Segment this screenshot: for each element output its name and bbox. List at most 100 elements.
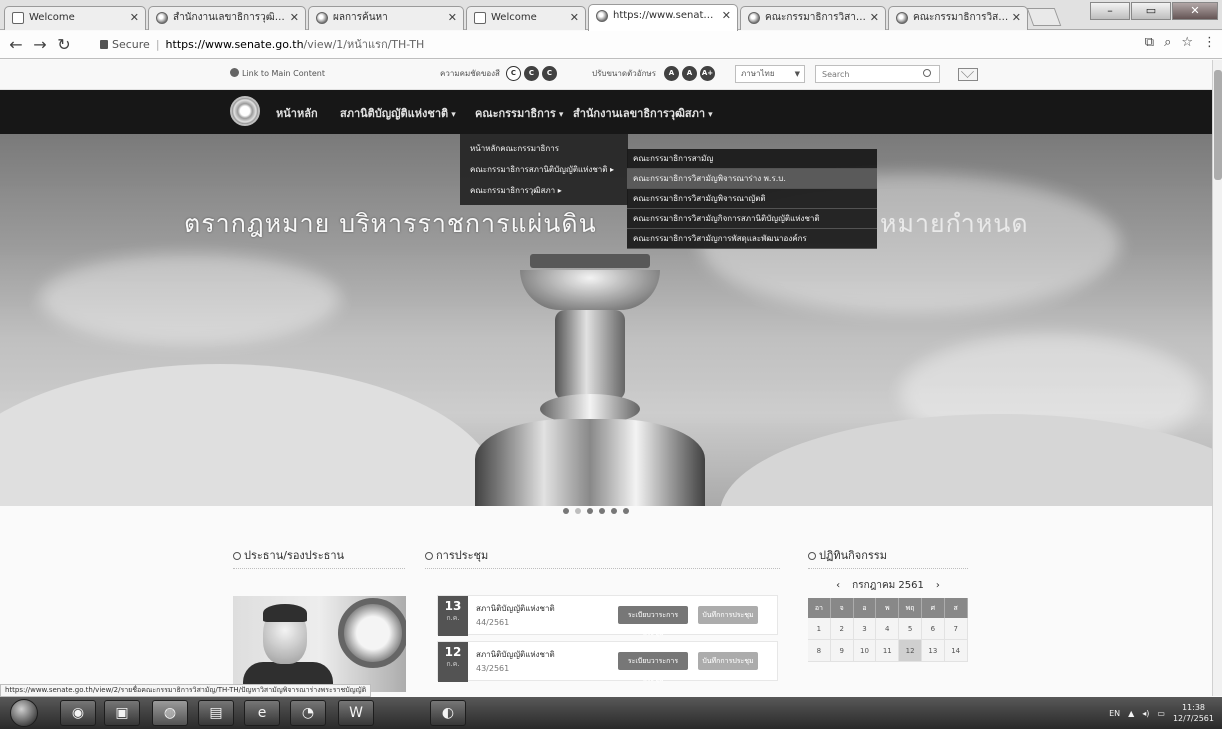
camera-app-icon[interactable]: ◐	[430, 700, 466, 726]
minutes-button[interactable]: บันทึกการประชุม	[698, 606, 758, 624]
volume-icon[interactable]: ◂)	[1142, 709, 1149, 718]
menu-kebab-icon[interactable]: ⋮	[1203, 35, 1216, 50]
calendar-day[interactable]: 6	[921, 618, 945, 640]
agenda-button[interactable]: ระเบียบวาระการประชุม	[618, 652, 688, 683]
meeting-title[interactable]: สภานิติบัญญัติแห่งชาติ	[476, 648, 555, 661]
chrome-icon[interactable]: ◍	[152, 700, 188, 726]
skip-to-content-link[interactable]: Link to Main Content	[230, 68, 325, 78]
calendar-day[interactable]: 9	[830, 640, 854, 662]
calendar-day-today[interactable]: 12	[899, 640, 922, 662]
calendar-day[interactable]: 14	[944, 640, 968, 662]
address-bar[interactable]: Secure | https://www.senate.go.th/view/1/ห…	[100, 35, 1100, 55]
close-tab-icon[interactable]: ✕	[870, 7, 879, 29]
nav-item-legislative-assembly[interactable]: สภานิติบัญญัติแห่งชาติ ▾	[340, 104, 456, 122]
site-search-input[interactable]	[815, 65, 940, 83]
page-scrollbar[interactable]	[1212, 60, 1222, 696]
tray-expand-icon[interactable]: ▲	[1128, 709, 1134, 718]
browser-tab[interactable]: คณะกรรมาธิการวิสามัญ ✕	[740, 6, 886, 30]
network-icon[interactable]: ▭	[1157, 709, 1165, 718]
nav-item-committees[interactable]: คณะกรรมาธิการ ▾	[475, 104, 563, 122]
flyout-item[interactable]: คณะกรรมาธิการวิสามัญกิจการสภานิติบัญญัติ…	[627, 209, 877, 229]
submenu-item[interactable]: คณะกรรมาธิการสภานิติบัญญัติแห่งชาติ ▸	[460, 159, 628, 180]
nav-item-secretariat[interactable]: สำนักงานเลขาธิการวุฒิสภา ▾	[573, 104, 713, 122]
carousel-dot[interactable]	[599, 508, 605, 514]
nav-item-home[interactable]: หน้าหลัก	[276, 104, 318, 122]
maximize-button[interactable]: ▭	[1131, 2, 1171, 20]
agenda-button[interactable]: ระเบียบวาระการประชุม	[618, 606, 688, 637]
file-explorer-icon[interactable]: ▤	[198, 700, 234, 726]
browser-tab[interactable]: สำนักงานเลขาธิการวุฒิสภา ✕	[148, 6, 306, 30]
calendar-day[interactable]: 3	[853, 618, 877, 640]
language-select[interactable]: ภาษาไทย ▼	[735, 65, 805, 83]
close-tab-icon[interactable]: ✕	[448, 7, 457, 29]
close-tab-icon[interactable]: ✕	[1012, 7, 1021, 29]
new-tab-button[interactable]	[1026, 8, 1062, 26]
carousel-dot[interactable]	[563, 508, 569, 514]
flyout-item-highlighted[interactable]: คณะกรรมาธิการวิสามัญพิจารณาร่าง พ.ร.บ.	[627, 169, 877, 189]
president-section-heading[interactable]: ประธาน/รองประธาน	[233, 546, 405, 569]
weekday-label: พฤ	[899, 598, 922, 618]
bookmark-star-icon[interactable]: ☆	[1181, 35, 1193, 50]
search-icon[interactable]	[923, 69, 931, 77]
reload-icon[interactable]: ↻	[54, 35, 74, 55]
submenu-item[interactable]: หน้าหลักคณะกรรมาธิการ	[460, 138, 628, 159]
calendar-section-heading[interactable]: ปฏิทินกิจกรรม	[808, 546, 968, 569]
senate-logo[interactable]	[230, 96, 260, 126]
font-normal-button[interactable]: A	[681, 66, 697, 81]
browser-tab-active[interactable]: https://www.senate.g ✕	[588, 4, 738, 31]
language-indicator[interactable]: EN	[1109, 709, 1120, 718]
clock[interactable]: 11:38 12/7/2561	[1173, 702, 1214, 724]
scrollbar-thumb[interactable]	[1214, 70, 1222, 180]
meetings-section-heading[interactable]: การประชุม	[425, 546, 780, 569]
line-app-icon[interactable]: ◔	[290, 700, 326, 726]
president-photo[interactable]	[233, 596, 406, 692]
forward-icon[interactable]: →	[30, 35, 50, 55]
contrast-high-button[interactable]: C	[541, 66, 557, 81]
calendar-day[interactable]: 7	[944, 618, 968, 640]
flyout-item[interactable]: คณะกรรมาธิการสามัญ	[627, 149, 877, 169]
close-tab-icon[interactable]: ✕	[570, 7, 579, 29]
browser-tab[interactable]: Welcome ✕	[4, 6, 146, 30]
internet-explorer-icon[interactable]: e	[244, 700, 280, 726]
close-tab-icon[interactable]: ✕	[130, 7, 139, 29]
browser-tab[interactable]: ผลการค้นหา ✕	[308, 6, 464, 30]
chevron-left-icon[interactable]: ‹	[836, 580, 840, 591]
word-icon[interactable]: W	[338, 700, 374, 726]
carousel-dot[interactable]	[611, 508, 617, 514]
minimize-button[interactable]: –	[1090, 2, 1130, 20]
carousel-dot-active[interactable]	[575, 508, 581, 514]
submenu-item[interactable]: คณะกรรมาธิการวุฒิสภา ▸	[460, 180, 628, 201]
flyout-item[interactable]: คณะกรรมาธิการวิสามัญพิจารณาญัตติ	[627, 189, 877, 209]
media-player-icon[interactable]: ◉	[60, 700, 96, 726]
contrast-normal-button[interactable]: C	[505, 66, 521, 81]
media-center-icon[interactable]: ▣	[104, 700, 140, 726]
calendar-day[interactable]: 2	[830, 618, 854, 640]
submenu-item-label: คณะกรรมาธิการวุฒิสภา	[470, 186, 556, 195]
close-window-button[interactable]: ✕	[1172, 2, 1218, 20]
close-tab-icon[interactable]: ✕	[722, 5, 731, 27]
carousel-dot[interactable]	[623, 508, 629, 514]
start-button[interactable]	[10, 699, 38, 727]
mail-icon[interactable]	[958, 68, 978, 81]
browser-tab[interactable]: คณะกรรมาธิการวิสามัญ ✕	[888, 6, 1028, 30]
calendar-day[interactable]: 5	[899, 618, 922, 640]
chevron-right-icon[interactable]: ›	[936, 580, 940, 591]
font-decrease-button[interactable]: A	[663, 66, 679, 81]
calendar-day[interactable]: 1	[808, 618, 831, 640]
font-increase-button[interactable]: A+	[699, 66, 715, 81]
carousel-dot[interactable]	[587, 508, 593, 514]
translate-icon[interactable]: ⧉	[1145, 35, 1154, 50]
back-icon[interactable]: ←	[6, 35, 26, 55]
browser-tab[interactable]: Welcome ✕	[466, 6, 586, 30]
close-tab-icon[interactable]: ✕	[290, 7, 299, 29]
minutes-button[interactable]: บันทึกการประชุม	[698, 652, 758, 670]
meeting-title[interactable]: สภานิติบัญญัติแห่งชาติ	[476, 602, 555, 615]
calendar-day[interactable]: 13	[921, 640, 945, 662]
calendar-day[interactable]: 11	[876, 640, 900, 662]
zoom-icon[interactable]: ⌕	[1164, 35, 1171, 50]
flyout-item[interactable]: คณะกรรมาธิการวิสามัญการพัสดุและพัฒนาองค์…	[627, 229, 877, 249]
calendar-day[interactable]: 4	[876, 618, 900, 640]
calendar-day[interactable]: 10	[853, 640, 877, 662]
contrast-dark-button[interactable]: C	[523, 66, 539, 81]
calendar-day[interactable]: 8	[808, 640, 831, 662]
